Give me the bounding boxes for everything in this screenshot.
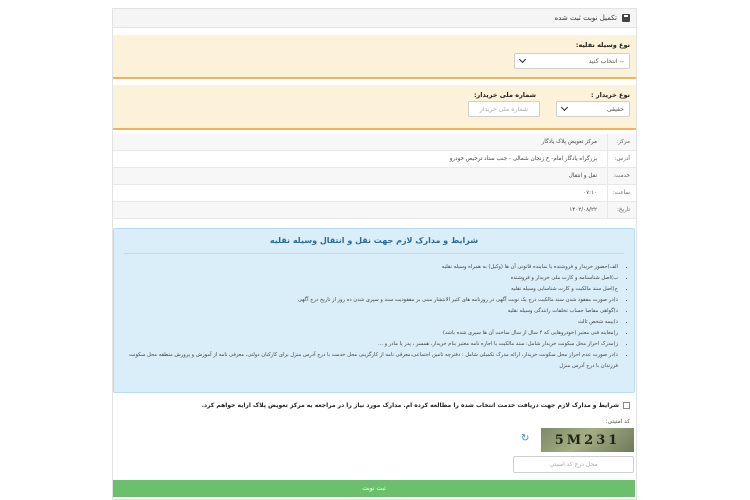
agreement-text: شرایط و مدارک لازم جهت دریافت خدمت انتخا… [201, 402, 619, 409]
info-value: بزرگراه یادگار امام- خ زنجان شمالی - جنب… [113, 151, 608, 167]
buyer-national-id-input[interactable]: شماره ملی خریدار [468, 101, 540, 117]
list-item: ج)اصل سند مالکیت و کارت شناسایی وسیله نق… [114, 284, 618, 295]
info-label: خدمت: [613, 173, 630, 179]
buyer-section: نوع خریدار : شماره ملی خریدار: حقیقی شما… [113, 85, 636, 130]
agreement-row[interactable]: شرایط و مدارک لازم جهت دریافت خدمت انتخا… [202, 402, 630, 409]
agreement-checkbox[interactable] [623, 402, 630, 409]
list-item: د)گواهی مفاصا حساب تخلفات رانندگی وسیله … [114, 306, 618, 317]
page-title: تکمیل نوبت ثبت شده [554, 14, 617, 22]
save-icon [622, 14, 630, 22]
table-row: تاریخ: ۱۴۰۲/۰۸/۲۲ [113, 202, 636, 219]
appointment-info-table: مرکز: مرکز تعویض پلاک یادگار آدرس: بزرگر… [113, 134, 636, 219]
table-row: مرکز: مرکز تعویض پلاک یادگار [113, 134, 636, 151]
info-label: تاریخ: [616, 207, 630, 213]
list-item: ذ)در صورت عدم احراز محل سکونت خریدار، ار… [114, 350, 618, 372]
list-item: ر)معاینه فنی معتبر (خودروهایی که ۴ سال ا… [114, 328, 618, 339]
list-item: ب)اصل شناسنامه و کارت ملی خریدار و فروشن… [114, 273, 618, 284]
list-item: ذ)در صورت مفقود شدن سند مالکیت درج یک نو… [114, 295, 618, 306]
table-row: ساعت: ۰۷:۱۰ [113, 185, 636, 202]
vehicle-section: نوع وسیله نقلیه: -- انتخاب کنید [113, 35, 636, 79]
table-row: آدرس: بزرگراه یادگار امام- خ زنجان شمالی… [113, 151, 636, 168]
info-label: ساعت: [612, 190, 630, 196]
info-value: ۱۴۰۲/۰۸/۲۲ [113, 202, 608, 218]
buyer-type-select[interactable]: حقیقی [556, 101, 630, 117]
chevron-down-icon [560, 103, 569, 112]
info-value: مرکز تعویض پلاک یادگار [113, 134, 608, 150]
terms-box: شرایط و مدارک لازم جهت نقل و انتقال وسیل… [113, 228, 635, 393]
vehicle-type-select[interactable]: -- انتخاب کنید [514, 53, 630, 69]
captcha-label: کد امنیتی: [605, 419, 630, 425]
captcha-input[interactable]: محل درج کد امنیتی [513, 456, 634, 473]
vehicle-type-label: نوع وسیله نقلیه: [575, 41, 630, 49]
captcha-image: 5M231 [541, 428, 634, 452]
list-item: ز)مدرک احراز محل سکونت خریدار شامل: سند … [114, 339, 618, 350]
info-label: آدرس: [614, 156, 630, 162]
table-row: خدمت: نقل و انتقال [113, 168, 636, 185]
buyer-national-id-label: شماره ملی خریدار: [473, 91, 536, 99]
appointment-panel: تکمیل نوبت ثبت شده نوع وسیله نقلیه: -- ا… [112, 8, 637, 500]
divider [124, 253, 624, 254]
list-item: الف)حضور خریدار و فروشنده یا نماینده قان… [114, 262, 618, 273]
list-item: ذ)بیمه شخص ثالث [114, 317, 618, 328]
terms-title: شرایط و مدارک لازم جهت نقل و انتقال وسیل… [269, 236, 479, 245]
info-value: نقل و انتقال [113, 168, 608, 184]
panel-header: تکمیل نوبت ثبت شده [113, 9, 636, 28]
refresh-icon[interactable]: ↻ [521, 433, 529, 444]
submit-button[interactable]: ثبت نوبت [113, 480, 635, 497]
buyer-type-value: حقیقی [606, 105, 624, 113]
vehicle-type-value: -- انتخاب کنید [588, 57, 624, 65]
info-label: مرکز: [616, 139, 630, 145]
buyer-type-label: نوع خریدار : [591, 91, 630, 99]
info-value: ۰۷:۱۰ [113, 185, 608, 201]
chevron-down-icon [518, 55, 527, 64]
terms-list: الف)حضور خریدار و فروشنده یا نماینده قان… [114, 262, 634, 372]
